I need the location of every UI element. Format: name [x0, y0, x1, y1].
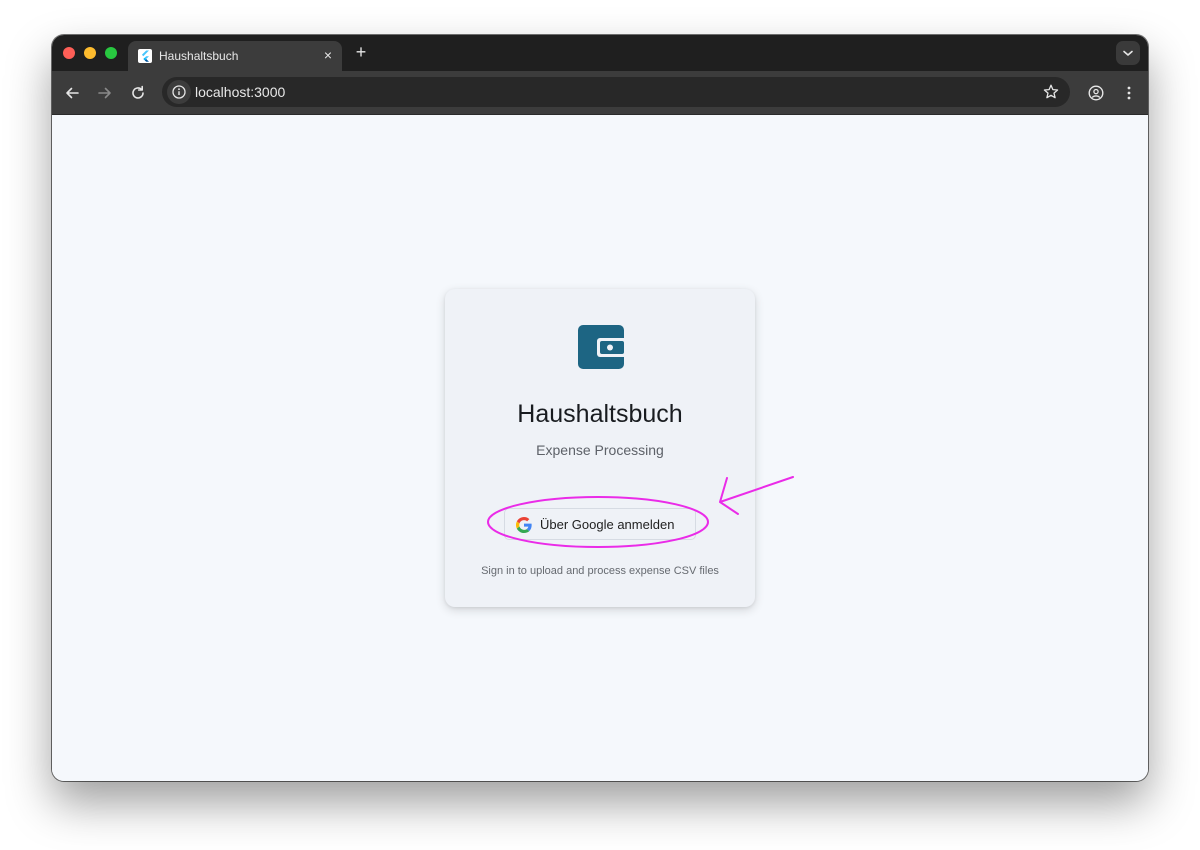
google-sign-in-label: Über Google anmelden [540, 517, 675, 532]
account-icon [1088, 85, 1104, 101]
app-title: Haushaltsbuch [517, 400, 683, 428]
tab-close-icon[interactable]: × [319, 46, 337, 64]
google-sign-in-button[interactable]: Über Google anmelden [504, 508, 696, 540]
login-card: Haushaltsbuch Expense Processing Über Go… [445, 289, 755, 607]
flutter-favicon-icon [138, 49, 152, 63]
close-window-button[interactable] [63, 47, 75, 59]
new-tab-button[interactable]: + [351, 43, 371, 63]
url-text: localhost:3000 [195, 84, 286, 100]
google-icon [516, 517, 532, 533]
wallet-icon [578, 325, 627, 371]
maximize-window-button[interactable] [105, 47, 117, 59]
tab-haushaltsbuch[interactable]: Haushaltsbuch × [128, 41, 342, 71]
profile-button[interactable] [1084, 81, 1108, 105]
star-icon [1043, 84, 1059, 99]
address-bar[interactable]: localhost:3000 [162, 77, 1070, 107]
chevron-down-icon [1123, 50, 1133, 56]
tab-title: Haushaltsbuch [159, 49, 239, 63]
reload-button[interactable] [126, 81, 150, 105]
browser-window: Haushaltsbuch × + localhost:3000 Haushal… [52, 35, 1148, 781]
more-vertical-icon [1127, 86, 1131, 100]
page-viewport: Haushaltsbuch Expense Processing Über Go… [52, 115, 1148, 781]
tab-search-button[interactable] [1116, 41, 1140, 65]
sign-in-hint: Sign in to upload and process expense CS… [481, 565, 719, 577]
minimize-window-button[interactable] [84, 47, 96, 59]
browser-toolbar: localhost:3000 [52, 71, 1148, 115]
info-icon [172, 85, 186, 99]
forward-button[interactable] [93, 81, 117, 105]
tab-strip: Haushaltsbuch × + [52, 35, 1148, 71]
browser-menu-button[interactable] [1117, 81, 1141, 105]
arrow-left-icon [66, 87, 79, 99]
arrow-right-icon [98, 87, 111, 99]
bookmark-button[interactable] [1040, 81, 1062, 103]
back-button[interactable] [60, 81, 84, 105]
site-info-button[interactable] [167, 80, 191, 104]
reload-icon [132, 85, 144, 99]
app-subtitle: Expense Processing [536, 442, 664, 458]
